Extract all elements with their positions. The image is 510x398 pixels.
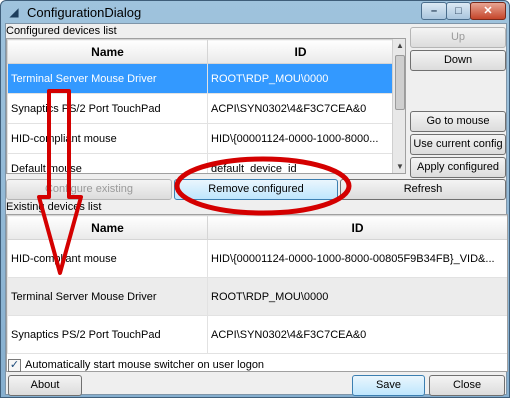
down-button[interactable]: Down <box>410 50 506 71</box>
title-bar[interactable]: ◢ ConfigurationDialog – □ ✕ <box>1 1 509 23</box>
existing-devices-table: Name ID HID-compliant mouse HID\{0000112… <box>6 214 508 372</box>
configure-existing-button[interactable]: Configure existing <box>6 179 172 200</box>
close-button[interactable]: Close <box>429 375 505 396</box>
autostart-checkbox[interactable]: ✓ <box>8 359 21 372</box>
dialog-client-area: Configured devices list Name ID Terminal… <box>5 23 508 396</box>
refresh-button[interactable]: Refresh <box>340 179 506 200</box>
column-header-name[interactable]: Name <box>7 39 208 64</box>
device-name-cell: HID-compliant mouse <box>7 239 208 278</box>
window-title: ConfigurationDialog <box>27 5 142 20</box>
maximize-button[interactable]: □ <box>446 2 471 20</box>
about-button[interactable]: About <box>8 375 82 396</box>
device-id-cell: default_device_id <box>207 153 394 173</box>
apply-configured-button[interactable]: Apply configured <box>410 157 506 178</box>
device-id-cell: ROOT\RDP_MOU\0000 <box>207 277 507 316</box>
device-id-cell: ROOT\RDP_MOU\0000 <box>207 63 394 94</box>
device-name-cell: Terminal Server Mouse Driver <box>7 277 208 316</box>
device-name-cell: Terminal Server Mouse Driver <box>7 63 208 94</box>
device-id-cell: ACPI\SYN0302\4&F3C7CEA&0 <box>207 315 507 354</box>
up-button[interactable]: Up <box>410 27 506 48</box>
table-row[interactable]: Synaptics PS/2 Port TouchPad ACPI\SYN030… <box>7 315 507 354</box>
device-name-cell: Synaptics PS/2 Port TouchPad <box>7 93 208 124</box>
table-row[interactable]: HID-compliant mouse HID\{00001124-0000-1… <box>7 239 507 278</box>
minimize-button[interactable]: – <box>421 2 447 20</box>
configured-devices-table: Name ID Terminal Server Mouse Driver ROO… <box>6 38 406 174</box>
use-current-config-button[interactable]: Use current config <box>410 134 506 155</box>
column-header-name[interactable]: Name <box>7 215 208 240</box>
app-icon: ◢ <box>9 5 19 19</box>
configured-devices-label: Configured devices list <box>6 25 117 37</box>
table-row[interactable]: Default mouse default_device_id <box>7 153 394 173</box>
table-row[interactable]: Terminal Server Mouse Driver ROOT\RDP_MO… <box>7 63 394 94</box>
table-row[interactable]: Terminal Server Mouse Driver ROOT\RDP_MO… <box>7 277 507 316</box>
device-name-cell: Synaptics PS/2 Port TouchPad <box>7 315 208 354</box>
go-to-mouse-config-button[interactable]: Go to mouse config <box>410 111 506 146</box>
save-button[interactable]: Save <box>352 375 425 396</box>
autostart-label: Automatically start mouse switcher on us… <box>25 359 265 371</box>
device-id-cell: ACPI\SYN0302\4&F3C7CEA&0 <box>207 93 394 124</box>
configured-list-scrollbar[interactable]: ▲ ▼ <box>392 39 405 173</box>
column-header-id[interactable]: ID <box>207 215 507 240</box>
scroll-down-arrow-icon[interactable]: ▼ <box>393 160 405 173</box>
scroll-thumb[interactable] <box>395 55 405 110</box>
device-id-cell: HID\{00001124-0000-1000-8000-00805F9B34F… <box>207 239 507 278</box>
device-name-cell: Default mouse <box>7 153 208 173</box>
scroll-up-arrow-icon[interactable]: ▲ <box>393 39 405 53</box>
close-window-button[interactable]: ✕ <box>470 2 506 20</box>
device-id-cell: HID\{00001124-0000-1000-8000... <box>207 123 394 154</box>
table-row[interactable]: Synaptics PS/2 Port TouchPad ACPI\SYN030… <box>7 93 394 124</box>
column-header-id[interactable]: ID <box>207 39 394 64</box>
configuration-dialog-window: ◢ ConfigurationDialog – □ ✕ Configured d… <box>0 0 510 398</box>
device-name-cell: HID-compliant mouse <box>7 123 208 154</box>
remove-configured-button[interactable]: Remove configured <box>174 179 338 200</box>
table-row[interactable]: HID-compliant mouse HID\{00001124-0000-1… <box>7 123 394 154</box>
existing-devices-label: Existing devices list <box>6 201 102 213</box>
